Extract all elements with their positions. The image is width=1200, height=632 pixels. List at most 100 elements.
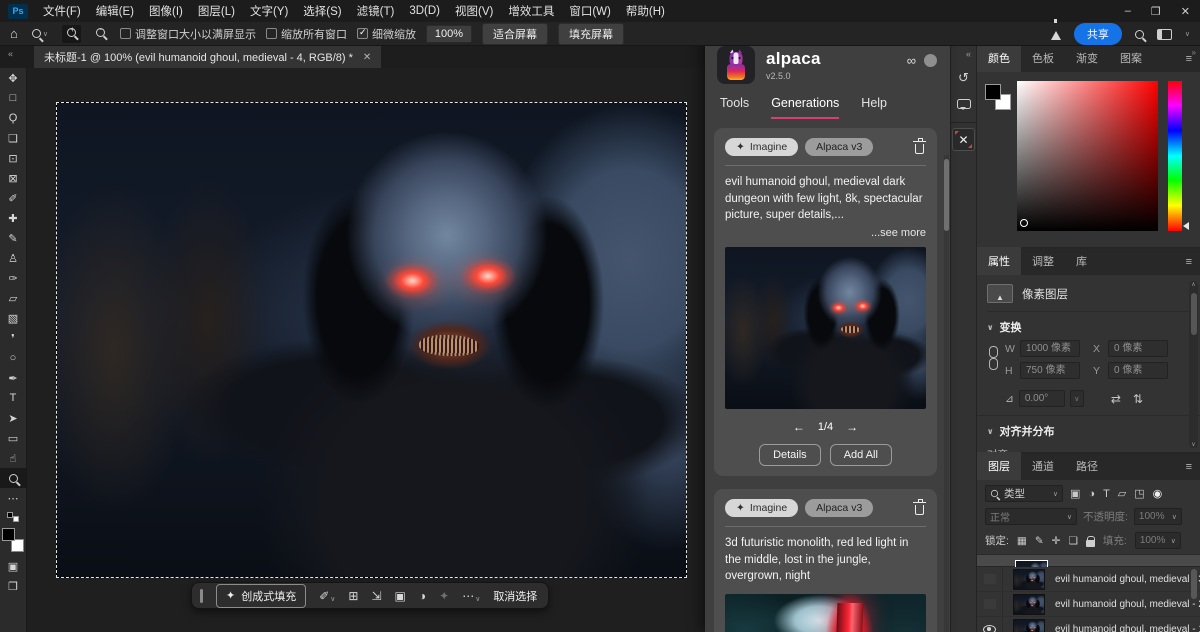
opacity-dropdown[interactable]: 100%∨ xyxy=(1134,508,1182,525)
flip-vertical-icon[interactable]: ⇅ xyxy=(1133,392,1143,406)
quick-mask-button[interactable]: ▣ xyxy=(0,556,27,576)
layers-scrollbar[interactable]: ∨ xyxy=(1189,555,1198,632)
menu-type[interactable]: 文字(Y) xyxy=(250,3,288,19)
default-swatches-icon[interactable] xyxy=(7,512,19,522)
close-tab-icon[interactable]: ✕ xyxy=(363,52,371,63)
menu-file[interactable]: 文件(F) xyxy=(43,3,81,19)
invert-selection-icon[interactable]: ◑ xyxy=(419,589,426,603)
tab-swatches[interactable]: 色板 xyxy=(1021,44,1065,72)
panel-menu-icon[interactable]: ≡ xyxy=(1186,256,1192,268)
scroll-up-icon[interactable]: ∧ xyxy=(1189,281,1198,288)
eraser-tool[interactable]: ▱ xyxy=(0,288,27,308)
alpaca-dock-close-icon[interactable]: ✕ xyxy=(952,128,975,151)
angle-input[interactable]: 0.00° xyxy=(1019,390,1065,407)
credits-toggle-icon[interactable] xyxy=(924,54,937,67)
tab-patterns[interactable]: 图案 xyxy=(1109,44,1153,72)
menu-select[interactable]: 选择(S) xyxy=(303,3,341,19)
comments-icon[interactable] xyxy=(952,91,976,117)
close-icon[interactable]: ✕ xyxy=(1181,5,1190,18)
move-tool[interactable]: ✥ xyxy=(0,68,27,88)
healing-brush-tool[interactable]: ✚ xyxy=(0,208,27,228)
history-brush-tool[interactable]: ✑ xyxy=(0,268,27,288)
add-all-button[interactable]: Add All xyxy=(830,444,892,466)
chevron-down-icon[interactable]: ∨ xyxy=(1185,30,1190,38)
zoom-percent-input[interactable]: 100% xyxy=(426,25,472,43)
canvas-selection-marching-ants[interactable] xyxy=(57,103,686,577)
lock-all-icon[interactable] xyxy=(1086,540,1095,547)
tab-generations[interactable]: Generations xyxy=(771,96,839,119)
filter-switch-icon[interactable]: ◉ xyxy=(1153,487,1163,500)
crop-tool[interactable]: ⊡ xyxy=(0,148,27,168)
angle-dropdown-icon[interactable]: ∨ xyxy=(1070,390,1084,407)
menu-window[interactable]: 窗口(W) xyxy=(569,3,611,19)
lasso-tool[interactable]: Ϙ xyxy=(0,108,27,128)
color-cursor[interactable] xyxy=(1020,219,1028,227)
blend-mode-dropdown[interactable]: 正常∨ xyxy=(985,508,1077,525)
filter-pixel-layers-icon[interactable]: ▣ xyxy=(1070,487,1080,500)
lock-artboard-icon[interactable]: ❏ xyxy=(1068,535,1077,547)
foreground-background-swatches[interactable] xyxy=(2,528,24,552)
object-selection-tool[interactable]: ❏ xyxy=(0,128,27,148)
dock-collapse-icon[interactable]: « xyxy=(966,46,976,65)
generative-fill-button[interactable]: ✦ 创成式填充 xyxy=(216,584,306,608)
fit-screen-button[interactable]: 适合屏幕 xyxy=(482,23,548,45)
tab-adjustments[interactable]: 调整 xyxy=(1021,247,1065,275)
trash-icon[interactable] xyxy=(915,505,924,515)
tab-help[interactable]: Help xyxy=(861,96,887,119)
deselect-button[interactable]: 取消选择 xyxy=(493,588,537,604)
clone-stamp-tool[interactable]: ♙ xyxy=(0,248,27,268)
fill-dropdown[interactable]: 100%∨ xyxy=(1135,532,1181,549)
zoom-tool-preset[interactable]: ∨ xyxy=(28,27,52,40)
see-more-link[interactable]: ...see more xyxy=(725,227,926,239)
tab-channels[interactable]: 通道 xyxy=(1021,452,1065,480)
toolbar-collapse-icon[interactable]: » xyxy=(8,50,13,60)
layer-row[interactable]: evil humanoid ghoul, medieval - 3 xyxy=(977,567,1200,592)
alpaca-scrollbar[interactable] xyxy=(944,155,949,632)
rectangle-tool[interactable]: ▭ xyxy=(0,428,27,448)
generation-preview-image[interactable] xyxy=(725,247,926,409)
panel-menu-icon[interactable]: ≡ xyxy=(1186,53,1192,65)
properties-scrollbar[interactable]: « ∧ ∨ xyxy=(1189,281,1198,448)
restore-icon[interactable]: ❐ xyxy=(1151,5,1161,18)
zoom-tool[interactable] xyxy=(0,468,27,488)
workspace-icon[interactable] xyxy=(1157,29,1172,40)
next-arrow-icon[interactable]: → xyxy=(846,420,858,434)
align-section-header[interactable]: ∨ 对齐并分布 xyxy=(987,416,1190,444)
filter-type-dropdown[interactable]: 类型 ∨ xyxy=(985,485,1063,502)
blur-tool[interactable]: ❜ xyxy=(0,328,27,348)
hue-slider-handle[interactable] xyxy=(1183,222,1189,230)
path-selection-tool[interactable]: ➤ xyxy=(0,408,27,428)
filter-smart-objects-icon[interactable]: ◳ xyxy=(1134,487,1144,500)
search-icon[interactable] xyxy=(1135,30,1144,39)
brush-tool[interactable]: ✎ xyxy=(0,228,27,248)
minimize-icon[interactable]: – xyxy=(1125,5,1131,17)
scroll-down-icon[interactable]: ∨ xyxy=(1189,441,1198,448)
foreground-background-swatches[interactable] xyxy=(985,84,1011,110)
marquee-tool[interactable]: □ xyxy=(0,88,27,108)
tab-tools[interactable]: Tools xyxy=(720,96,749,119)
link-dimensions-icon[interactable] xyxy=(987,344,997,374)
share-button[interactable]: 共享 xyxy=(1074,23,1122,45)
trash-icon[interactable] xyxy=(915,144,924,154)
tab-color[interactable]: 颜色 xyxy=(977,44,1021,72)
screen-mode-button[interactable]: ❐ xyxy=(0,576,27,596)
menu-image[interactable]: 图像(I) xyxy=(149,3,183,19)
visibility-toggle[interactable] xyxy=(977,592,1003,616)
details-button[interactable]: Details xyxy=(759,444,821,466)
menu-plugins[interactable]: 增效工具 xyxy=(508,3,554,19)
history-icon[interactable]: ↺ xyxy=(952,65,976,91)
lock-position-icon[interactable]: ✛ xyxy=(1052,535,1061,547)
menu-edit[interactable]: 编辑(E) xyxy=(96,3,134,19)
home-icon[interactable]: ⌂ xyxy=(10,26,18,41)
resize-windows-checkbox[interactable]: 调整窗口大小以满屏显示 xyxy=(120,26,256,42)
menu-layer[interactable]: 图层(L) xyxy=(198,3,235,19)
saturation-value-field[interactable] xyxy=(1017,81,1158,231)
hue-slider[interactable] xyxy=(1168,81,1182,231)
flip-horizontal-icon[interactable]: ⇄ xyxy=(1111,392,1121,406)
filter-adjustment-layers-icon[interactable]: ◑ xyxy=(1088,488,1095,500)
height-input[interactable]: 750 像素 xyxy=(1020,362,1080,379)
transform-section-header[interactable]: ∨ 变换 xyxy=(987,312,1190,340)
x-input[interactable]: 0 像素 xyxy=(1108,340,1168,357)
modify-selection-icon[interactable]: ⊞ xyxy=(348,589,358,603)
zoom-in-button[interactable]: + xyxy=(62,25,81,43)
